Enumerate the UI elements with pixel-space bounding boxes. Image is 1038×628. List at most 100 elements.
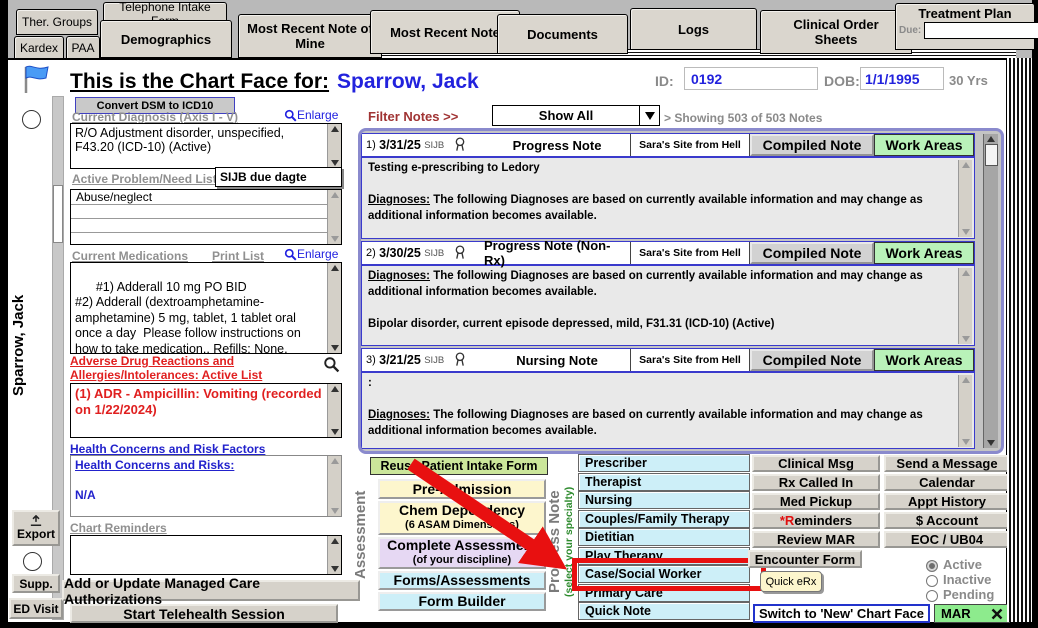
form-builder-button[interactable]: Form Builder — [378, 592, 546, 611]
specialty-quick-note-button[interactable]: Quick Note — [578, 602, 750, 620]
specialty-dietitian-button[interactable]: Dietitian — [578, 528, 750, 546]
problem-list-row-empty — [71, 233, 341, 245]
note-site: Sara's Site from Hell — [630, 349, 750, 371]
work-areas-button[interactable]: Work Areas — [874, 349, 974, 371]
print-list-link[interactable]: Print List — [212, 249, 264, 263]
health-concerns-box[interactable]: Health Concerns and Risks: N/A — [70, 455, 342, 517]
ribbon-icon — [452, 351, 468, 369]
calendar-button[interactable]: Calendar — [884, 474, 1010, 491]
review-mar-button[interactable]: Review MAR — [752, 531, 880, 548]
supp-button[interactable]: Supp. — [12, 574, 60, 593]
managed-care-button[interactable]: Add or Update Managed Care Authorization… — [62, 580, 360, 601]
chart-reminders-box[interactable] — [70, 535, 342, 575]
work-areas-button[interactable]: Work Areas — [874, 242, 974, 264]
filter-notes-label: Filter Notes >> — [368, 109, 458, 124]
tab-treatment-plan[interactable]: Treatment Plan Due: — [895, 3, 1035, 50]
note-meta: 3) 3/21/25 SIJB — [362, 349, 484, 371]
due-label: Due: — [899, 25, 921, 36]
sidebar-radio-top[interactable] — [22, 110, 41, 129]
telehealth-button[interactable]: Start Telehealth Session — [70, 604, 338, 623]
tab-documents[interactable]: Documents — [497, 14, 628, 54]
tab-kardex[interactable]: Kardex — [14, 36, 64, 59]
due-input[interactable] — [924, 22, 1038, 39]
eoc-ub04-button[interactable]: EOC / UB04 — [884, 531, 1010, 548]
radio-icon — [926, 590, 938, 602]
filter-selected-value: Show All — [493, 106, 639, 125]
tab-paa[interactable]: PAA — [66, 36, 100, 59]
diagnosis-enlarge-link[interactable]: Enlarge — [284, 108, 338, 122]
send-a-message-button[interactable]: Send a Message — [884, 455, 1010, 472]
compiled-note-button[interactable]: Compiled Note — [750, 134, 874, 156]
flag-icon[interactable] — [20, 63, 52, 95]
note-scrollbar[interactable] — [958, 160, 972, 237]
status-option-active[interactable]: Active — [926, 557, 1010, 572]
tab-most-recent-note-of-mine[interactable]: Most Recent Note of Mine — [238, 14, 382, 58]
export-button[interactable]: Export — [12, 510, 60, 546]
close-icon[interactable] — [991, 608, 1003, 620]
health-concerns-label[interactable]: Health Concerns and Risk Factors — [70, 442, 265, 456]
work-areas-button[interactable]: Work Areas — [874, 134, 974, 156]
mar-button[interactable]: MAR — [934, 604, 1010, 623]
med-pickup-button[interactable]: Med Pickup — [752, 493, 880, 510]
status-option-pending[interactable]: Pending — [926, 587, 1010, 602]
reminders-button[interactable]: *Reminders — [752, 512, 880, 529]
problem-list-row-empty — [71, 205, 341, 219]
problem-list-box[interactable]: Abuse/neglect — [70, 189, 342, 245]
note-scrollbar[interactable] — [958, 268, 972, 344]
medications-scrollbar[interactable] — [327, 263, 341, 353]
specialty-prescriber-button[interactable]: Prescriber — [578, 454, 750, 472]
encounter-form-button[interactable]: Encounter Form — [748, 550, 862, 568]
adr-scrollbar[interactable] — [327, 384, 341, 437]
compiled-note-button[interactable]: Compiled Note — [750, 349, 874, 371]
current-diagnosis-box[interactable]: R/O Adjustment disorder, unspecified, F4… — [70, 123, 342, 169]
note-scrollbar[interactable] — [958, 375, 972, 447]
health-scrollbar[interactable] — [327, 456, 341, 516]
tab-ther-groups[interactable]: Ther. Groups — [16, 9, 98, 35]
scrollbar-thumb[interactable] — [53, 185, 63, 243]
assessment-section-label: Assessment — [352, 472, 369, 597]
filter-notes-dropdown[interactable]: Show All — [492, 105, 660, 126]
diagnosis-scrollbar[interactable] — [327, 124, 341, 168]
specialty-nursing-button[interactable]: Nursing — [578, 491, 750, 509]
radio-selected-icon — [926, 560, 938, 572]
problem-list-item[interactable]: Abuse/neglect — [71, 190, 341, 205]
note-item[interactable]: 1) 3/31/25 SIJB Progress Note Sara's Sit… — [361, 133, 975, 239]
dropdown-arrow-icon[interactable] — [639, 106, 659, 125]
chart-face-page: Sparrow, Jack Export Supp. ED Visit This… — [8, 58, 1006, 622]
appt-history-button[interactable]: Appt History — [884, 493, 1010, 510]
note-item[interactable]: 2) 3/30/25 SIJB Progress Note (Non-Rx) S… — [361, 241, 975, 346]
specialty-therapist-button[interactable]: Therapist — [578, 473, 750, 491]
red-highlight-box — [572, 558, 766, 591]
page-title-bar: This is the Chart Face for: Sparrow, Jac… — [70, 66, 636, 98]
reminders-scrollbar[interactable] — [327, 536, 341, 574]
quick-erx-button[interactable]: Quick eRx — [760, 571, 822, 592]
compiled-note-button[interactable]: Compiled Note — [750, 242, 874, 264]
adr-search-icon[interactable] — [323, 356, 340, 373]
problem-list-scrollbar[interactable] — [327, 190, 341, 244]
switch-chart-face-button[interactable]: Switch to 'New' Chart Face — [753, 604, 930, 623]
current-diagnosis-label: Current Diagnosis (Axis I - V) — [72, 110, 238, 124]
status-option-inactive[interactable]: Inactive — [926, 572, 1010, 587]
note-site: Sara's Site from Hell — [630, 134, 750, 156]
specialty-couples-family-button[interactable]: Couples/Family Therapy — [578, 510, 750, 528]
clinical-msg-button[interactable]: Clinical Msg — [752, 455, 880, 472]
sijb-due-button[interactable]: SIJB due dagte — [215, 167, 342, 187]
note-site-abbr: SIJB — [424, 248, 444, 259]
note-item[interactable]: 3) 3/21/25 SIJB Nursing Note Sara's Site… — [361, 348, 975, 449]
note-date: 3/30/25 — [379, 246, 421, 260]
ed-visit-button[interactable]: ED Visit — [9, 598, 63, 619]
adr-box[interactable]: (1) ADR - Ampicillin: Vomiting (recorded… — [70, 383, 342, 438]
account-button[interactable]: $ Account — [884, 512, 1010, 529]
sidebar-radio-supp[interactable] — [23, 552, 42, 571]
current-medications-box[interactable]: #1) Adderall 10 mg PO BID #2) Adderall (… — [70, 262, 342, 354]
notes-scrollbar[interactable] — [983, 134, 998, 448]
rx-called-in-button[interactable]: Rx Called In — [752, 474, 880, 491]
patient-name: Sparrow, Jack — [337, 70, 479, 94]
note-site: Sara's Site from Hell — [630, 242, 750, 264]
tab-clinical-order-sheets[interactable]: Clinical Order Sheets — [760, 10, 912, 54]
tab-demographics[interactable]: Demographics — [100, 20, 232, 58]
note-body: Testing e-prescribing to Ledory Diagnose… — [362, 158, 974, 239]
notes-scrollbar-thumb[interactable] — [985, 144, 998, 166]
tab-logs[interactable]: Logs — [630, 8, 757, 50]
medications-enlarge-link[interactable]: Enlarge — [284, 247, 338, 261]
